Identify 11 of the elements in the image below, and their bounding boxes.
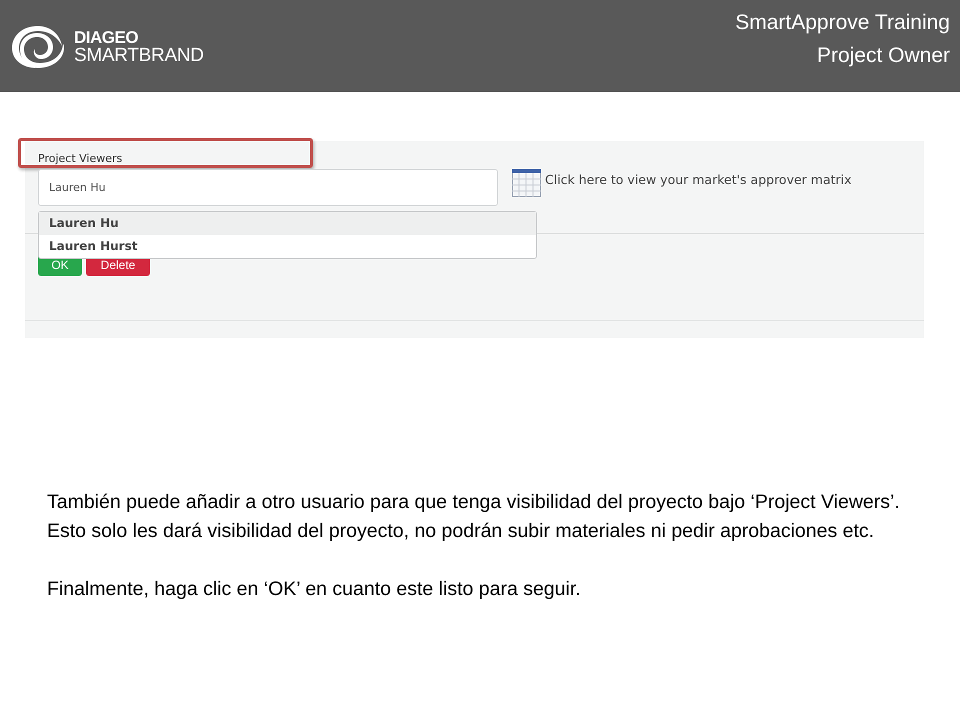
table-grid-icon [512,169,541,197]
header-title: SmartApprove Training [735,10,950,36]
suggestion-item[interactable]: Lauren Hu [39,212,536,235]
instruction-paragraph: También puede añadir a otro usuario para que tenga visibilidad del proyecto bajo ‘Project Viewers’. Esto solo les dará visibilidad del proyecto, no podrán subir materiales ni pedir aprobaciones etc. [47,490,901,544]
brand-name: DIAGEO [74,29,140,46]
product-name: SMARTBRAND [74,46,204,65]
viewer-input-field[interactable]: Lauren Hu [38,169,498,206]
field-label: Project Viewers [38,152,122,166]
matrix-link[interactable]: Click here to view your market's approver matrix [545,172,852,187]
instruction-paragraph: Finalmente, haga clic en ‘OK’ en cuanto este listo para seguir. [47,577,582,602]
header-title: Project Owner [816,43,950,69]
